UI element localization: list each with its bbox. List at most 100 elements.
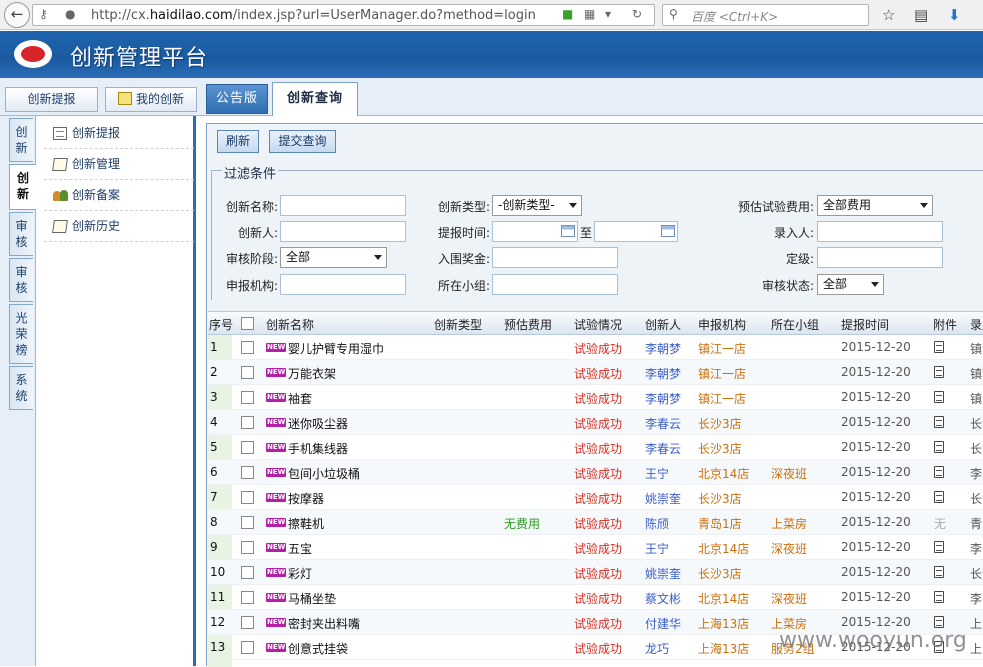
prize-input[interactable]: [492, 247, 618, 268]
table-row[interactable]: 4 NEW迷你吸尘器 试验成功 李春云 长沙3店 2015-12-20 长沙: [208, 410, 983, 435]
star-icon[interactable]: ☆: [882, 6, 895, 24]
attachment-icon[interactable]: [934, 466, 944, 478]
header-fee[interactable]: 预估费用: [504, 316, 552, 333]
header-type[interactable]: 创新类型: [434, 316, 482, 333]
table-row[interactable]: 2 NEW万能衣架 试验成功 李朝梦 镇江一店 2015-12-20 镇江: [208, 360, 983, 385]
attachment-icon[interactable]: [934, 541, 944, 553]
header-attachment[interactable]: 附件: [933, 316, 957, 333]
table-row[interactable]: 3 NEW袖套 试验成功 李朝梦 镇江一店 2015-12-20 镇江: [208, 385, 983, 410]
attachment-icon[interactable]: [934, 591, 944, 603]
propose-button[interactable]: 创新提报: [5, 87, 98, 112]
attachment-icon[interactable]: [934, 441, 944, 453]
attachment-icon[interactable]: [934, 616, 944, 628]
row-checkbox[interactable]: [241, 416, 254, 429]
table-row[interactable]: 7 NEW按摩器 试验成功 姚崇奎 长沙3店 2015-12-20 长沙: [208, 485, 983, 510]
stage-select[interactable]: 全部: [280, 247, 387, 268]
menu-item-manage[interactable]: 创新管理: [44, 149, 194, 180]
row-checkbox[interactable]: [241, 541, 254, 554]
header-person[interactable]: 创新人: [645, 316, 681, 333]
innovation-name-link[interactable]: 万能衣架: [288, 365, 336, 382]
innovation-name-link[interactable]: 马桶坐垫: [288, 590, 336, 607]
table-row[interactable]: 9 NEW五宝 试验成功 王宁 北京14店 深夜班 2015-12-20 李宁: [208, 535, 983, 560]
innovation-name-link[interactable]: 手机集线器: [288, 440, 348, 457]
innovation-name-link[interactable]: 五宝: [288, 540, 312, 557]
innovation-name-link[interactable]: 彩灯: [288, 565, 312, 582]
search-box[interactable]: ⚲ 百度 <Ctrl+K>: [662, 4, 869, 26]
row-checkbox[interactable]: [241, 391, 254, 404]
row-checkbox[interactable]: [241, 641, 254, 654]
fee-select[interactable]: 全部费用: [817, 195, 933, 216]
row-checkbox[interactable]: [241, 441, 254, 454]
table-row[interactable]: 1 NEW婴儿护臂专用湿巾 试验成功 李朝梦 镇江一店 2015-12-20 镇江: [208, 335, 983, 360]
header-group[interactable]: 所在小组: [771, 316, 819, 333]
row-checkbox[interactable]: [241, 366, 254, 379]
header-result[interactable]: 试验情况: [574, 316, 622, 333]
innovation-name-link[interactable]: 迷你吸尘器: [288, 415, 348, 432]
attachment-icon[interactable]: [934, 366, 944, 378]
shield-icon[interactable]: ■: [562, 7, 573, 21]
row-checkbox[interactable]: [241, 491, 254, 504]
menu-item-propose[interactable]: 创新提报: [44, 118, 194, 149]
innovation-name-link[interactable]: 包间小垃圾桶: [288, 465, 360, 482]
vtab-system[interactable]: 系统: [9, 366, 33, 410]
select-all-checkbox[interactable]: [241, 317, 254, 330]
attachment-icon[interactable]: [934, 566, 944, 578]
header-name[interactable]: 创新名称: [266, 316, 314, 333]
attachment-icon[interactable]: [934, 416, 944, 428]
submit-query-button[interactable]: 提交查询: [269, 130, 336, 153]
innovation-name-link[interactable]: 袖套: [288, 390, 312, 407]
menu-item-record[interactable]: 创新备案: [44, 180, 194, 211]
refresh-button[interactable]: 刷新: [217, 130, 259, 153]
row-checkbox[interactable]: [241, 466, 254, 479]
vtab-innovation-2[interactable]: 创新: [9, 164, 36, 210]
calendar-icon[interactable]: [661, 225, 675, 237]
table-row[interactable]: 5 NEW手机集线器 试验成功 李春云 长沙3店 2015-12-20 长沙: [208, 435, 983, 460]
innovation-name-link[interactable]: 擦鞋机: [288, 515, 324, 532]
row-checkbox[interactable]: [241, 516, 254, 529]
group-input[interactable]: [492, 274, 618, 295]
back-arrow-icon[interactable]: ←: [4, 2, 30, 28]
org-input[interactable]: [280, 274, 406, 295]
header-date[interactable]: 提报时间: [841, 316, 889, 333]
table-row[interactable]: 10 NEW彩灯 试验成功 姚崇奎 长沙3店 2015-12-20 长沙: [208, 560, 983, 585]
attachment-icon[interactable]: [934, 391, 944, 403]
type-select[interactable]: -创新类型-: [492, 195, 582, 216]
table-row[interactable]: 11 NEW马桶坐垫 试验成功 蔡文彬 北京14店 深夜班 2015-12-20 李宁: [208, 585, 983, 610]
address-bar[interactable]: ⚷ ● http://cx.haidilao.com/index.jsp?url…: [32, 4, 655, 26]
vtab-innovation-1[interactable]: 创新: [9, 118, 33, 162]
header-entry[interactable]: 录入: [970, 316, 983, 333]
refresh-icon[interactable]: ↻: [632, 7, 642, 21]
innovation-name-link[interactable]: 婴儿护臂专用湿巾: [288, 340, 384, 357]
attachment-icon[interactable]: [934, 341, 944, 353]
header-org[interactable]: 申报机构: [698, 316, 746, 333]
tab-innovation-query[interactable]: 创新查询: [272, 82, 358, 116]
row-checkbox[interactable]: [241, 341, 254, 354]
innovation-name-link[interactable]: 按摩器: [288, 490, 324, 507]
entry-input[interactable]: [817, 221, 943, 242]
menu-item-history[interactable]: 创新历史: [44, 211, 194, 242]
download-icon[interactable]: ⬇: [948, 6, 961, 24]
qr-icon[interactable]: ▦: [584, 7, 595, 21]
row-checkbox[interactable]: [241, 591, 254, 604]
calendar-icon[interactable]: [561, 225, 575, 237]
dropdown-icon[interactable]: ▾: [605, 7, 611, 21]
name-input[interactable]: [280, 195, 406, 216]
vtab-review-2[interactable]: 审核: [9, 258, 33, 302]
table-row[interactable]: 6 NEW包间小垃圾桶 试验成功 王宁 北京14店 深夜班 2015-12-20 李宁: [208, 460, 983, 485]
grade-input[interactable]: [817, 247, 943, 268]
vtab-honor-list[interactable]: 光荣榜: [9, 304, 33, 364]
reading-list-icon[interactable]: ▤: [914, 6, 928, 24]
vtab-review-1[interactable]: 审核: [9, 212, 33, 256]
status-select[interactable]: 全部: [817, 274, 884, 295]
row-checkbox[interactable]: [241, 616, 254, 629]
time-end-input[interactable]: [594, 221, 678, 242]
innovation-name-link[interactable]: 创意式挂袋: [288, 640, 348, 657]
attachment-icon[interactable]: [934, 491, 944, 503]
innovation-name-link[interactable]: 密封夹出料嘴: [288, 615, 360, 632]
my-innovation-button[interactable]: 我的创新: [105, 87, 197, 112]
time-start-input[interactable]: [492, 221, 578, 242]
table-row[interactable]: 8 NEW擦鞋机 无费用 试验成功 陈颀 青岛1店 上菜房 2015-12-20 青岛 无: [208, 510, 983, 535]
tab-notice-board[interactable]: 公告版: [206, 84, 268, 114]
row-checkbox[interactable]: [241, 566, 254, 579]
creator-input[interactable]: [280, 221, 406, 242]
